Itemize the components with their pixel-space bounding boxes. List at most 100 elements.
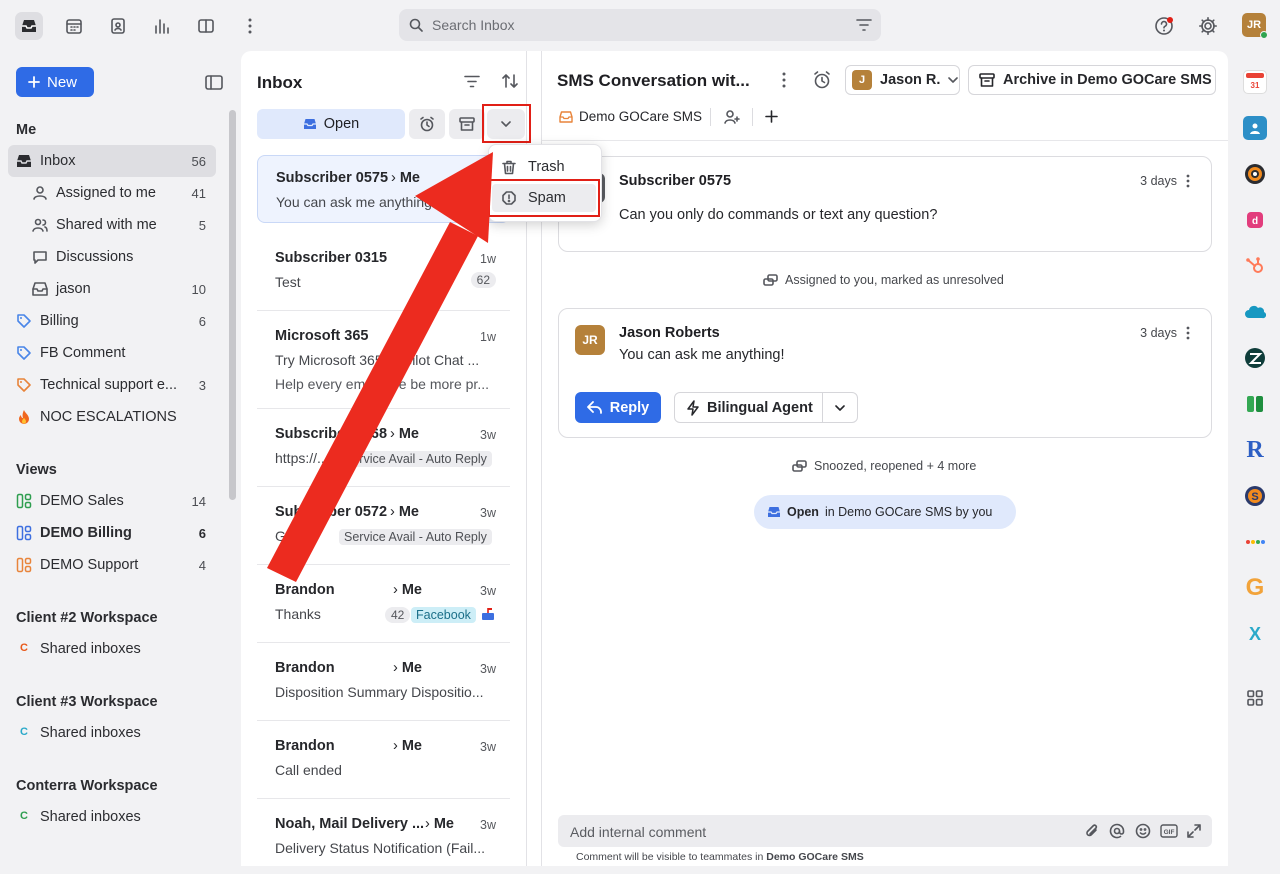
comment-input[interactable]: Add internal comment	[570, 824, 706, 840]
assigned-icon	[33, 186, 47, 200]
sidebar-shared-inboxes[interactable]: C Shared inboxes	[8, 717, 216, 749]
r-app-icon[interactable]: R	[1243, 437, 1267, 463]
agent-dropdown-button[interactable]	[822, 392, 858, 423]
conversation-row[interactable]: Subscriber 0575 › Me You can ask me anyth…	[257, 155, 510, 223]
snooze-alarm-icon[interactable]	[812, 70, 832, 90]
settings-gear-icon[interactable]	[1194, 12, 1222, 40]
internal-comment-composer[interactable]: Add internal comment GIF	[558, 815, 1212, 847]
hubspot-app-icon[interactable]	[1243, 254, 1267, 278]
views-heading: Views	[16, 462, 57, 478]
emoji-icon[interactable]	[1135, 823, 1151, 839]
g-app-icon[interactable]: G	[1243, 574, 1267, 601]
sidebar-item-discussions[interactable]: Discussions	[8, 241, 216, 273]
new-label: New	[47, 73, 78, 91]
trash-label: Trash	[528, 159, 565, 175]
bilingual-agent-button[interactable]: Bilingual Agent	[674, 392, 823, 423]
inbox-chip[interactable]: Demo GOCare SMS	[559, 109, 702, 124]
message-card[interactable]: Subscriber 0575 3 days Can you only do c…	[558, 156, 1212, 252]
search-input[interactable]: Search Inbox	[432, 17, 515, 33]
dots-app-icon[interactable]	[1243, 530, 1267, 554]
add-participant-icon[interactable]	[724, 109, 740, 125]
conversation-row[interactable]: Brandon › Me 3w Call ended	[257, 721, 510, 799]
search-bar[interactable]: Search Inbox	[399, 9, 881, 41]
open-tab-label: Open	[323, 116, 360, 132]
trash-menu-item[interactable]: Trash	[494, 154, 596, 180]
assignee-dropdown[interactable]: J Jason R.	[845, 65, 960, 95]
sidebar-item-count: 6	[198, 314, 206, 329]
message-card[interactable]: JR Jason Roberts 3 days You can ask me a…	[558, 308, 1212, 438]
sidebar-shared-inboxes[interactable]: C Shared inboxes	[8, 801, 216, 833]
sidebar-view-count: 4	[198, 558, 206, 573]
more-vertical-icon[interactable]	[236, 12, 264, 40]
view-icon	[16, 493, 32, 509]
more-vertical-icon[interactable]	[1186, 326, 1190, 340]
sidebar-view-demo-billing[interactable]: DEMO Billing 6	[8, 517, 216, 549]
more-vertical-icon[interactable]	[782, 72, 786, 88]
analytics-nav-icon[interactable]	[148, 12, 176, 40]
conversation-row[interactable]: Subscriber 0315 1w Test 62	[257, 233, 510, 311]
snoozed-tab[interactable]	[409, 109, 445, 139]
sidebar-item-billing[interactable]: Billing 6	[8, 305, 216, 337]
split-view-icon[interactable]	[192, 12, 220, 40]
filter-icon[interactable]	[464, 75, 480, 88]
archive-icon	[979, 73, 995, 87]
sidebar-item-assigned[interactable]: Assigned to me 41	[8, 177, 216, 209]
conversation-row[interactable]: Noah, Mail Delivery ... › Me 3w Delivery …	[257, 799, 510, 866]
conversation-time: 1w	[480, 330, 496, 344]
circle-app-icon[interactable]	[1243, 162, 1267, 186]
apps-grid-icon[interactable]	[1243, 686, 1267, 710]
pink-app-icon[interactable]: d	[1243, 208, 1267, 232]
open-tab[interactable]: Open	[257, 109, 405, 139]
sidebar-item-noc-escalations[interactable]: NOC ESCALATIONS	[8, 401, 216, 433]
filter-icon[interactable]	[856, 19, 872, 31]
gif-icon[interactable]: GIF	[1160, 824, 1178, 838]
conversation-sender: Microsoft 365	[275, 328, 369, 344]
sidebar-item-shared[interactable]: Shared with me 5	[8, 209, 216, 241]
sort-icon[interactable]	[502, 73, 518, 89]
sidebar-item-inbox[interactable]: Inbox 56	[8, 145, 216, 177]
contacts-app-icon[interactable]	[1243, 116, 1267, 140]
contacts-nav-icon[interactable]	[104, 12, 132, 40]
s-app-icon[interactable]: S	[1243, 484, 1267, 508]
activity-event: Assigned to you, marked as unresolved	[763, 273, 1004, 287]
conversation-preview: Thanks	[275, 606, 321, 622]
sidebar-item-label: Shared with me	[56, 217, 157, 233]
collapse-sidebar-icon[interactable]	[205, 75, 223, 90]
conversation-row[interactable]: Subscriber 0572 › Me 3w Going Service Ava…	[257, 487, 510, 565]
archived-tab[interactable]	[449, 109, 485, 139]
more-vertical-icon[interactable]	[1186, 174, 1190, 188]
conversation-row[interactable]: Brandon › Me 3w Disposition Summary Dispo…	[257, 643, 510, 721]
salesforce-app-icon[interactable]	[1243, 300, 1267, 324]
sidebar-item-fb-comment[interactable]: FB Comment	[8, 337, 216, 369]
trash-icon	[502, 160, 516, 174]
help-icon[interactable]	[1150, 12, 1178, 40]
green-book-app-icon[interactable]	[1243, 392, 1267, 416]
reply-button[interactable]: Reply	[575, 392, 661, 423]
conversation-row[interactable]: Subscriber 0568 › Me 3w https://... Servi…	[257, 409, 510, 487]
sidebar-item-technical-support[interactable]: Technical support e... 3	[8, 369, 216, 401]
header-divider	[542, 140, 1228, 141]
archive-label: Archive in Demo GOCare SMS	[1003, 72, 1212, 88]
status-open-label: Open	[787, 505, 819, 519]
archive-button[interactable]: Archive in Demo GOCare SMS	[968, 65, 1216, 95]
sidebar-view-demo-support[interactable]: DEMO Support 4	[8, 549, 216, 581]
conversation-row[interactable]: Microsoft 365 1w Try Microsoft 365 Copil…	[257, 311, 510, 409]
zendesk-app-icon[interactable]	[1243, 346, 1267, 370]
add-tag-plus-icon[interactable]	[765, 110, 778, 123]
mention-icon[interactable]	[1109, 823, 1125, 839]
calendar-nav-icon[interactable]	[60, 12, 88, 40]
sidebar-scrollbar[interactable]	[229, 110, 236, 500]
expand-icon[interactable]	[1187, 824, 1201, 838]
conversation-preview: Disposition Summary Dispositio...	[275, 684, 484, 700]
x-app-icon[interactable]: X	[1243, 622, 1267, 646]
calendar-app-icon[interactable]: 31	[1243, 70, 1267, 94]
chat-icon	[33, 251, 47, 264]
sidebar-view-demo-sales[interactable]: DEMO Sales 14	[8, 485, 216, 517]
sidebar-shared-inboxes[interactable]: C Shared inboxes	[8, 633, 216, 665]
user-avatar[interactable]: JR	[1242, 13, 1268, 39]
sidebar-item-jason[interactable]: jason 10	[8, 273, 216, 305]
conversation-row[interactable]: Brandon › Me 3w Thanks 42 Facebook	[257, 565, 510, 643]
new-button[interactable]: New	[16, 67, 94, 97]
inbox-nav-icon[interactable]	[15, 12, 43, 40]
attachment-icon[interactable]	[1085, 823, 1099, 839]
